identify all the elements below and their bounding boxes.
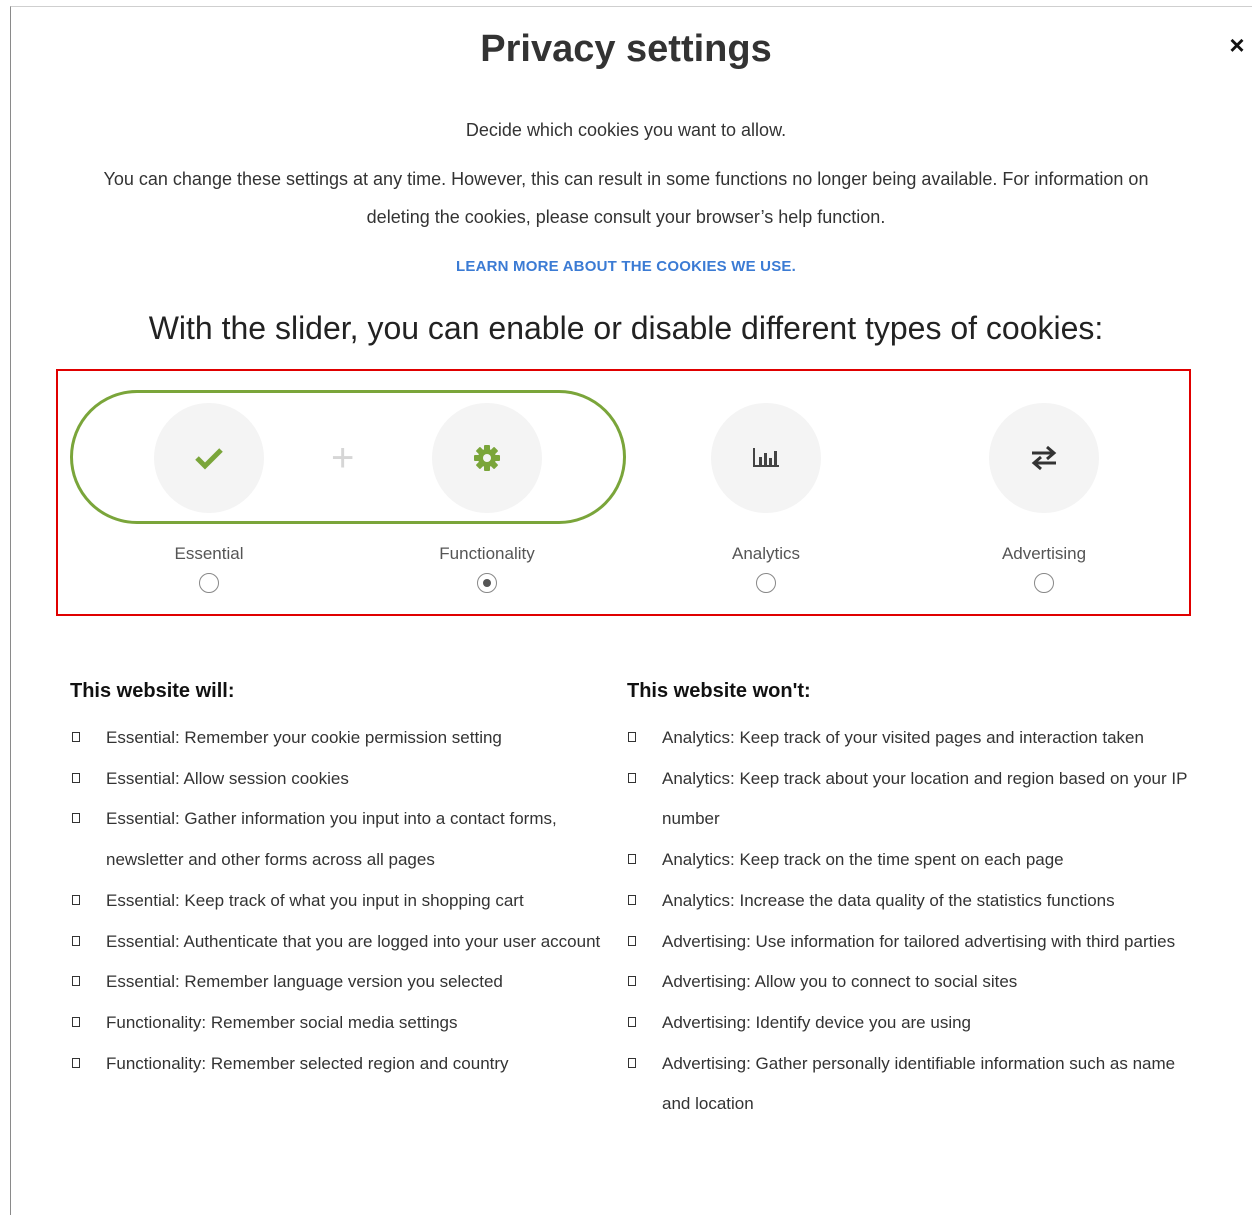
list-item: Advertising: Use information for tailore… [626,922,1196,963]
list-item-text: Advertising: Allow you to connect to soc… [662,972,1018,992]
bullet-icon [72,772,80,783]
list-item: Analytics: Keep track on the time spent … [626,840,1196,881]
list-item-text: Advertising: Identify device you are usi… [662,1012,972,1032]
list-item-text: Essential: Keep track of what you input … [106,890,524,910]
list-item-text: Essential: Allow session cookies [106,768,349,788]
bullet-icon [72,894,80,905]
list-item: Advertising: Gather personally identifia… [626,1044,1196,1125]
bullet-icon [628,732,636,742]
list-item: Advertising: Allow you to connect to soc… [626,962,1196,1003]
list-item-text: Essential: Remember language version you… [106,972,503,992]
functionality-radio[interactable] [477,573,497,593]
list-item: Essential: Allow session cookies [70,759,620,800]
analytics-radio[interactable] [756,573,776,593]
list-item: Essential: Authenticate that you are log… [70,922,620,963]
list-item-text: Essential: Gather information you input … [106,809,557,870]
list-item: Functionality: Remember social media set… [70,1003,620,1044]
list-item-text: Advertising: Use information for tailore… [662,931,1176,951]
will-heading: This website will: [70,680,235,702]
advertising-label: Advertising [1001,544,1087,563]
wont-heading: This website won't: [627,680,811,702]
learn-more-link[interactable]: LEARN MORE ABOUT THE COOKIES WE USE. [0,258,1252,275]
list-item-text: Analytics: Increase the data quality of … [662,890,1115,910]
functionality-label: Functionality [439,544,535,563]
bullet-icon [628,1057,636,1068]
bar-chart-icon [753,448,779,467]
list-item-text: Essential: Remember your cookie permissi… [106,728,502,747]
intro-text: Decide which cookies you want to allow. [465,120,787,140]
essential-radio[interactable] [199,573,219,593]
bullet-icon [72,732,80,742]
list-item: Essential: Remember language version you… [70,962,620,1003]
will-list: Essential: Remember your cookie permissi… [70,718,620,1084]
list-item-text: Functionality: Remember selected region … [106,1053,509,1073]
essential-circle[interactable] [154,403,264,513]
bullet-icon [628,976,636,987]
list-item: Essential: Keep track of what you input … [70,881,620,922]
slider-heading: With the slider, you can enable or disab… [148,310,1104,346]
list-item-text: Analytics: Keep track of your visited pa… [662,728,1144,747]
list-item: Essential: Remember your cookie permissi… [70,718,620,759]
bullet-icon [72,1016,80,1027]
bullet-icon [628,772,636,783]
list-item: Analytics: Keep track about your locatio… [626,759,1196,840]
bullet-icon [628,935,636,946]
bullet-icon [628,894,636,905]
intro-description: You can change these settings at any tim… [103,169,1149,227]
bullet-icon [72,935,80,946]
functionality-circle[interactable] [432,403,542,513]
bullet-icon [72,1057,80,1068]
bullet-icon [628,854,636,865]
bullet-icon [628,1016,636,1027]
list-item: Analytics: Increase the data quality of … [626,881,1196,922]
list-item-text: Essential: Authenticate that you are log… [106,931,601,951]
list-item-text: Advertising: Gather personally identifia… [662,1053,1176,1114]
dialog-title: Privacy settings [480,28,772,70]
list-item-text: Functionality: Remember social media set… [106,1012,458,1032]
list-item: Advertising: Identify device you are usi… [626,1003,1196,1044]
bullet-icon [72,976,80,987]
plus-icon: + [331,436,355,480]
list-item: Essential: Gather information you input … [70,799,620,880]
list-item-text: Analytics: Keep track about your locatio… [662,768,1188,829]
check-icon [195,448,223,470]
wont-list: Analytics: Keep track of your visited pa… [626,718,1196,1125]
bullet-icon [72,813,80,824]
gear-icon [474,445,500,471]
analytics-circle[interactable] [711,403,821,513]
list-item: Analytics: Keep track of your visited pa… [626,718,1196,759]
arrows-exchange-icon [1031,445,1057,471]
list-item: Functionality: Remember selected region … [70,1044,620,1085]
advertising-circle[interactable] [989,403,1099,513]
list-item-text: Analytics: Keep track on the time spent … [662,850,1064,870]
analytics-label: Analytics [731,544,801,563]
essential-label: Essential [174,544,244,563]
advertising-radio[interactable] [1034,573,1054,593]
